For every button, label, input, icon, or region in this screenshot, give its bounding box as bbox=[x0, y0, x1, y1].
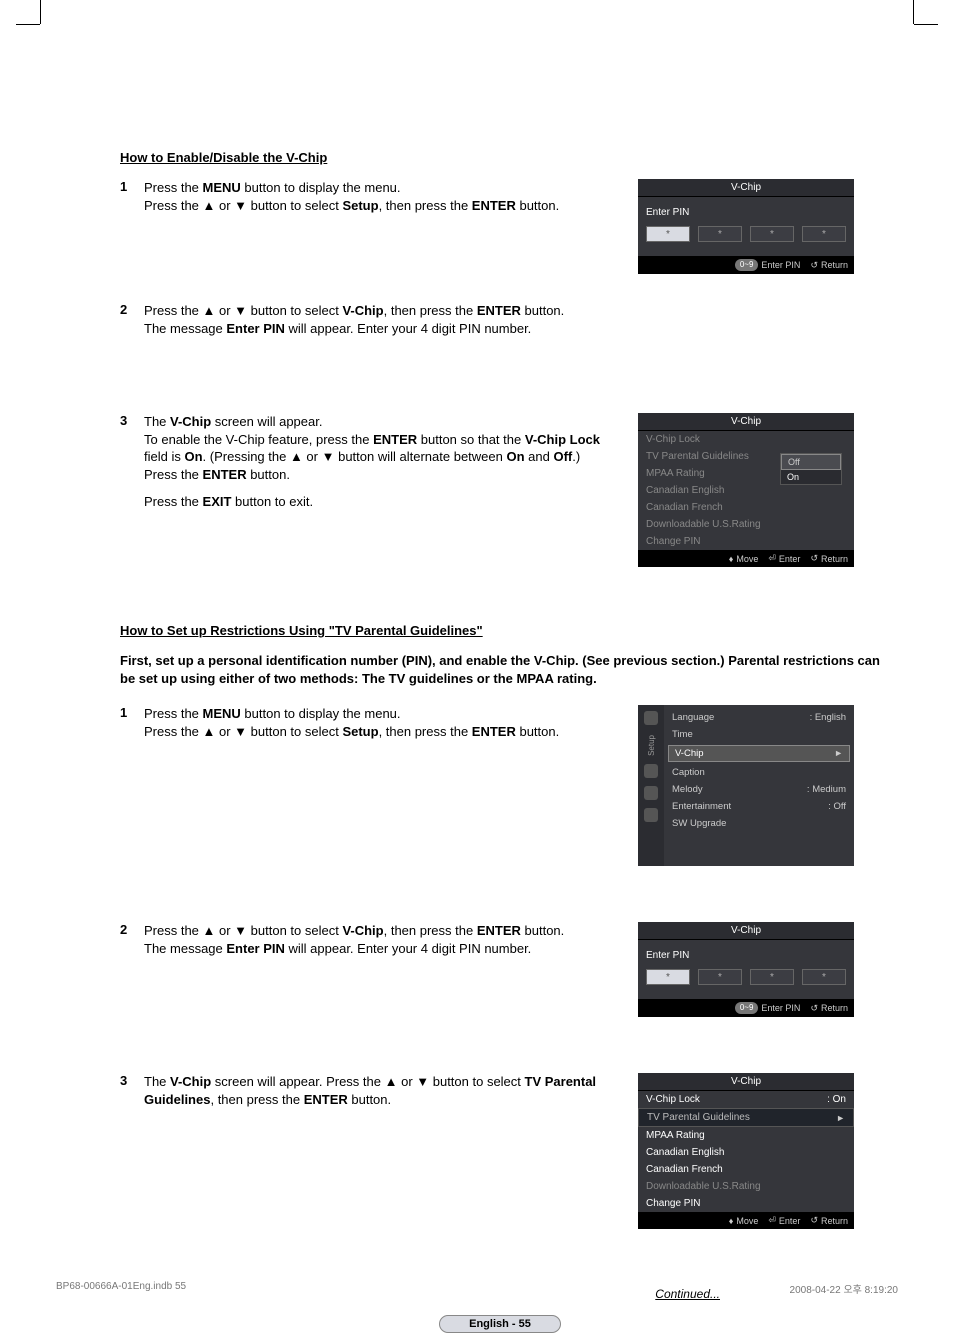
footer-enterpin: 0~9Enter PIN bbox=[735, 259, 801, 271]
steps-list: 3 The V-Chip screen will appear. Press t… bbox=[120, 1073, 620, 1118]
menu-item-change-pin[interactable]: Change PIN bbox=[638, 1195, 854, 1212]
footer-enter: ⏎Enter bbox=[768, 553, 800, 564]
menu-item-tvpg[interactable]: TV Parental Guidelines► bbox=[638, 1108, 854, 1127]
side-label-setup: Setup bbox=[647, 735, 656, 756]
page-number-badge: English - 55 bbox=[439, 1315, 561, 1333]
footer-move: ♦Move bbox=[729, 1215, 759, 1226]
number-pill-icon: 0~9 bbox=[735, 259, 759, 271]
osd-vchip-menu-popup: V-Chip V-Chip Lock TV Parental Guideline… bbox=[638, 413, 854, 567]
enter-icon: ⏎ bbox=[768, 553, 776, 564]
step-number: 1 bbox=[120, 179, 144, 224]
menu-item-dl-us[interactable]: Downloadable U.S.Rating bbox=[638, 1178, 854, 1195]
footer-return: ↺Return bbox=[810, 1215, 848, 1226]
menu-item-can-fr[interactable]: Canadian French bbox=[638, 499, 854, 516]
crop-mark bbox=[914, 24, 938, 25]
popup-option-on[interactable]: On bbox=[781, 470, 841, 484]
print-footer-time: 2008-04-22 오후 8:19:20 bbox=[790, 1281, 898, 1296]
footer-enterpin: 0~9Enter PIN bbox=[735, 1002, 801, 1014]
enter-pin-label: Enter PIN bbox=[646, 950, 846, 961]
osd-title: V-Chip bbox=[638, 179, 854, 197]
pin-digit[interactable]: * bbox=[802, 969, 846, 985]
step-text: Press the EXIT button to exit. bbox=[144, 493, 620, 511]
return-icon: ↺ bbox=[810, 1215, 818, 1226]
step-text: Press the MENU button to display the men… bbox=[144, 179, 620, 214]
section-title-enable: How to Enable/Disable the V-Chip bbox=[120, 150, 880, 165]
footer-return: ↺Return bbox=[810, 259, 848, 271]
steps-list: 2 Press the ▲ or ▼ button to select V-Ch… bbox=[120, 922, 620, 967]
print-footer: BP68-00666A-01Eng.indb 55 2008-04-22 오후 … bbox=[56, 1281, 898, 1296]
popup-option-off[interactable]: Off bbox=[781, 454, 841, 470]
steps-list: 2 Press the ▲ or ▼ button to select V-Ch… bbox=[120, 302, 620, 347]
on-off-popup: Off On bbox=[780, 453, 842, 485]
step-number: 2 bbox=[120, 922, 144, 967]
section-title-tvpg: How to Set up Restrictions Using "TV Par… bbox=[120, 623, 880, 638]
step-number: 1 bbox=[120, 705, 144, 750]
menu-item-can-fr[interactable]: Canadian French bbox=[638, 1161, 854, 1178]
osd-vchip-enterpin: V-Chip Enter PIN * * * * 0~9Enter PIN ↺R… bbox=[638, 922, 854, 1017]
osd-vchip-menu: V-Chip V-Chip Lock: On TV Parental Guide… bbox=[638, 1073, 854, 1229]
return-icon: ↺ bbox=[810, 553, 818, 564]
section-intro: First, set up a personal identification … bbox=[120, 652, 880, 687]
menu-item-caption[interactable]: Caption bbox=[664, 764, 854, 781]
pin-boxes: * * * * bbox=[646, 226, 846, 242]
step-text: The V-Chip screen will appear. Press the… bbox=[144, 1073, 620, 1108]
step-text: Press the ▲ or ▼ button to select V-Chip… bbox=[144, 302, 620, 337]
crop-mark bbox=[913, 0, 914, 24]
menu-item-entertainment[interactable]: Entertainment: Off bbox=[664, 798, 854, 815]
pin-boxes: * * * * bbox=[646, 969, 846, 985]
side-icon bbox=[644, 786, 658, 800]
steps-list: 3 The V-Chip screen will appear.To enabl… bbox=[120, 413, 620, 521]
crop-mark bbox=[40, 0, 41, 24]
pin-digit[interactable]: * bbox=[750, 969, 794, 985]
enter-pin-label: Enter PIN bbox=[646, 207, 846, 218]
side-icon bbox=[644, 808, 658, 822]
menu-item-can-en[interactable]: Canadian English bbox=[638, 1144, 854, 1161]
osd-setup-menu: Setup Language: English Time V-Chip► Cap… bbox=[638, 705, 854, 866]
steps-list: 1 Press the MENU button to display the m… bbox=[120, 179, 620, 224]
step-number: 3 bbox=[120, 1073, 144, 1118]
menu-item-vchip-lock[interactable]: V-Chip Lock bbox=[638, 431, 854, 448]
osd-title: V-Chip bbox=[638, 922, 854, 940]
footer-enter: ⏎Enter bbox=[768, 1215, 800, 1226]
chevron-right-icon: ► bbox=[834, 748, 843, 759]
menu-item-change-pin[interactable]: Change PIN bbox=[638, 533, 854, 550]
return-icon: ↺ bbox=[810, 1003, 818, 1014]
pin-digit[interactable]: * bbox=[698, 969, 742, 985]
osd-vchip-enterpin: V-Chip Enter PIN * * * * 0~9Enter PIN ↺R… bbox=[638, 179, 854, 274]
steps-list: 1 Press the MENU button to display the m… bbox=[120, 705, 620, 750]
menu-item-language[interactable]: Language: English bbox=[664, 709, 854, 726]
number-pill-icon: 0~9 bbox=[735, 1002, 759, 1014]
footer-return: ↺Return bbox=[810, 1002, 848, 1014]
pin-digit[interactable]: * bbox=[698, 226, 742, 242]
osd-title: V-Chip bbox=[638, 1073, 854, 1091]
print-footer-file: BP68-00666A-01Eng.indb 55 bbox=[56, 1281, 186, 1296]
menu-item-sw-upgrade[interactable]: SW Upgrade bbox=[664, 815, 854, 832]
step-text: Press the MENU button to display the men… bbox=[144, 705, 620, 740]
side-icon bbox=[644, 711, 658, 725]
footer-return: ↺Return bbox=[810, 553, 848, 564]
osd-title: V-Chip bbox=[638, 413, 854, 431]
menu-item-vchip[interactable]: V-Chip► bbox=[668, 745, 850, 762]
menu-item-melody[interactable]: Melody: Medium bbox=[664, 781, 854, 798]
move-icon: ♦ bbox=[729, 554, 734, 564]
menu-item-vchip-lock[interactable]: V-Chip Lock: On bbox=[638, 1091, 854, 1108]
pin-digit[interactable]: * bbox=[750, 226, 794, 242]
side-icon bbox=[644, 764, 658, 778]
footer-move: ♦Move bbox=[729, 553, 759, 564]
menu-item-time[interactable]: Time bbox=[664, 726, 854, 743]
step-text: The V-Chip screen will appear.To enable … bbox=[144, 413, 620, 483]
crop-mark bbox=[16, 24, 40, 25]
menu-item-mpaa[interactable]: MPAA Rating bbox=[638, 1127, 854, 1144]
move-icon: ♦ bbox=[729, 1216, 734, 1226]
return-icon: ↺ bbox=[810, 260, 818, 271]
pin-digit[interactable]: * bbox=[646, 226, 690, 242]
chevron-right-icon: ► bbox=[836, 1113, 845, 1123]
step-number: 2 bbox=[120, 302, 144, 347]
step-text: Press the ▲ or ▼ button to select V-Chip… bbox=[144, 922, 620, 957]
step-number: 3 bbox=[120, 413, 144, 521]
menu-item-dl-us[interactable]: Downloadable U.S.Rating bbox=[638, 516, 854, 533]
pin-digit[interactable]: * bbox=[646, 969, 690, 985]
pin-digit[interactable]: * bbox=[802, 226, 846, 242]
enter-icon: ⏎ bbox=[768, 1215, 776, 1226]
